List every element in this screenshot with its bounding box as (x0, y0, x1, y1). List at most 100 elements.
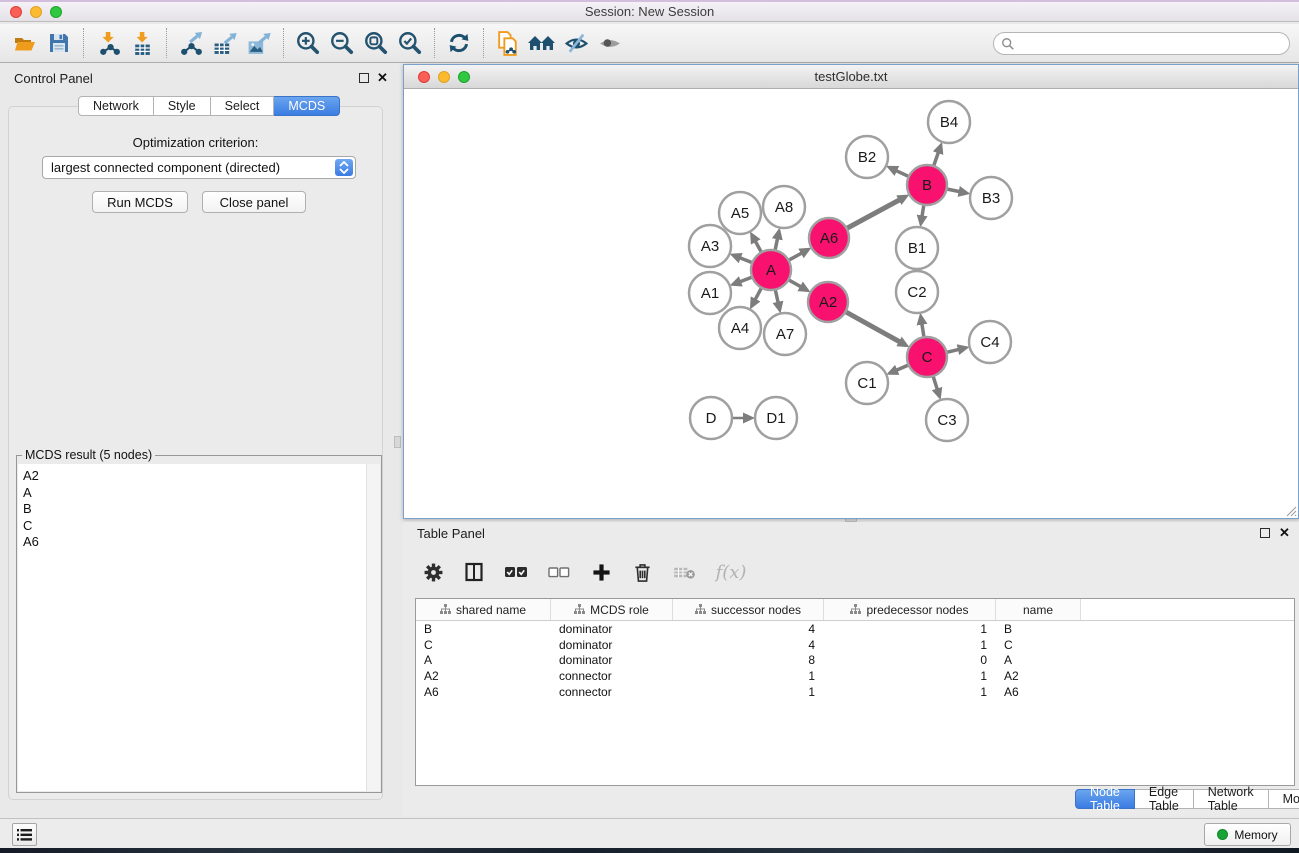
table-row[interactable]: A6connector11A6 (416, 684, 1294, 700)
close-panel-icon[interactable]: ✕ (377, 70, 388, 86)
show-graphics-details-button[interactable] (593, 27, 627, 59)
column-header[interactable]: MCDS role (551, 599, 673, 620)
mcds-result-item[interactable]: B (23, 501, 380, 518)
delete-table-button[interactable] (671, 556, 697, 588)
node-table[interactable]: shared nameMCDS rolesuccessor nodesprede… (415, 598, 1295, 786)
zoom-fit-button[interactable] (359, 27, 393, 59)
delete-table-icon (673, 565, 696, 580)
function-builder-button[interactable]: f(x) (714, 556, 748, 588)
network-document-share-button[interactable] (491, 27, 525, 59)
table-row[interactable]: Bdominator41B (416, 621, 1294, 637)
tab-edge-table[interactable]: Edge Table (1135, 789, 1194, 809)
export-table-button[interactable] (208, 27, 242, 59)
attribute-type-icon (574, 604, 585, 615)
add-column-button[interactable] (589, 556, 613, 588)
import-network-button[interactable] (91, 27, 125, 59)
task-history-button[interactable] (12, 823, 37, 846)
graph-node-label: A2 (819, 294, 837, 311)
graph-node-label: B2 (858, 149, 876, 166)
float-panel-icon[interactable] (359, 73, 369, 83)
splitter-handle[interactable] (394, 436, 401, 448)
mcds-result-item[interactable]: A6 (23, 534, 380, 551)
table-cell: A6 (996, 684, 1081, 700)
run-mcds-button[interactable]: Run MCDS (92, 191, 188, 213)
tab-select[interactable]: Select (211, 96, 275, 116)
attribute-type-icon (440, 604, 451, 615)
save-session-button[interactable] (42, 27, 76, 59)
network-canvas[interactable]: AA2A6BCA1A3A4A5A7A8B1B2B3B4C1C2C3C4DD1 (404, 89, 1298, 518)
table-cell: A2 (996, 668, 1081, 684)
scrollbar[interactable] (366, 464, 380, 791)
criterion-dropdown[interactable]: largest connected component (directed) (42, 156, 356, 179)
mcds-result-list[interactable]: A2ABCA6 (18, 464, 380, 791)
export-image-button[interactable] (242, 27, 276, 59)
table-panel-title: Table Panel (417, 526, 485, 541)
export-network-icon (179, 31, 204, 56)
table-cell: connector (551, 668, 673, 684)
export-image-icon (246, 31, 272, 56)
column-header[interactable]: predecessor nodes (824, 599, 996, 620)
tab-node-table[interactable]: Node Table (1075, 789, 1135, 809)
table-options-gear-button[interactable] (421, 556, 445, 588)
mcds-result-item[interactable]: A2 (23, 468, 380, 485)
graph-node-label: B3 (982, 190, 1000, 207)
deselect-all-rows-button[interactable] (546, 556, 572, 588)
graph-node-label: B4 (940, 114, 958, 131)
open-session-button[interactable] (8, 27, 42, 59)
graph-node-label: D1 (766, 410, 785, 427)
control-panel-tabs: Network Style Select MCDS (78, 96, 340, 116)
tab-motifs[interactable]: Motifs (1269, 789, 1299, 809)
table-row[interactable]: Adominator80A (416, 652, 1294, 668)
zoom-in-button[interactable] (291, 27, 325, 59)
network-window-titlebar[interactable]: testGlobe.txt (404, 65, 1298, 89)
delete-column-button[interactable] (630, 556, 654, 588)
column-selector-button[interactable] (462, 556, 486, 588)
attribute-type-icon (850, 604, 861, 615)
refresh-view-button[interactable] (442, 27, 476, 59)
table-row[interactable]: A2connector11A2 (416, 668, 1294, 684)
list-icon (17, 828, 32, 842)
select-all-rows-button[interactable] (503, 556, 529, 588)
tab-style[interactable]: Style (154, 96, 211, 116)
close-panel-icon[interactable]: ✕ (1279, 525, 1290, 541)
zoom-out-button[interactable] (325, 27, 359, 59)
criterion-selected-value: largest connected component (directed) (51, 160, 280, 175)
graph-node-label: A6 (820, 230, 838, 247)
hide-graphics-details-button[interactable] (559, 27, 593, 59)
tab-network-table[interactable]: Network Table (1194, 789, 1269, 809)
table-cell: 1 (824, 621, 996, 637)
mcds-result-item[interactable]: C (23, 518, 380, 535)
table-cell: 4 (673, 621, 824, 637)
gear-icon (423, 562, 444, 583)
column-header[interactable]: successor nodes (673, 599, 824, 620)
table-cell: 8 (673, 652, 824, 668)
network-graph[interactable]: AA2A6BCA1A3A4A5A7A8B1B2B3B4C1C2C3C4DD1 (404, 89, 1298, 518)
mcds-result-item[interactable]: A (23, 485, 380, 502)
zoom-selected-button[interactable] (393, 27, 427, 59)
float-panel-icon[interactable] (1260, 528, 1270, 538)
graph-node-label: A3 (701, 238, 719, 255)
close-panel-button[interactable]: Close panel (202, 191, 306, 213)
search-icon (1001, 37, 1015, 51)
table-cell: connector (551, 684, 673, 700)
column-header[interactable]: shared name (416, 599, 551, 620)
graph-node-label: A8 (775, 199, 793, 216)
resize-grip-icon[interactable] (1285, 505, 1297, 517)
tab-network[interactable]: Network (78, 96, 154, 116)
graph-node-label: C4 (980, 334, 999, 351)
export-network-button[interactable] (174, 27, 208, 59)
search-input[interactable] (1015, 35, 1289, 53)
table-cell: A6 (416, 684, 551, 700)
session-title: Session: New Session (0, 4, 1299, 19)
tab-mcds[interactable]: MCDS (274, 96, 340, 116)
home-layouts-button[interactable] (525, 27, 559, 59)
import-table-button[interactable] (125, 27, 159, 59)
table-panel-tabs: Node Table Edge Table Network Table Moti… (1075, 789, 1299, 809)
search-box[interactable] (993, 32, 1290, 55)
checkboxes-checked-icon (504, 565, 528, 579)
memory-button[interactable]: Memory (1204, 823, 1291, 846)
toolbar-separator (166, 28, 167, 58)
zoom-in-icon (295, 30, 321, 56)
table-row[interactable]: Cdominator41C (416, 637, 1294, 653)
column-header[interactable]: name (996, 599, 1081, 620)
